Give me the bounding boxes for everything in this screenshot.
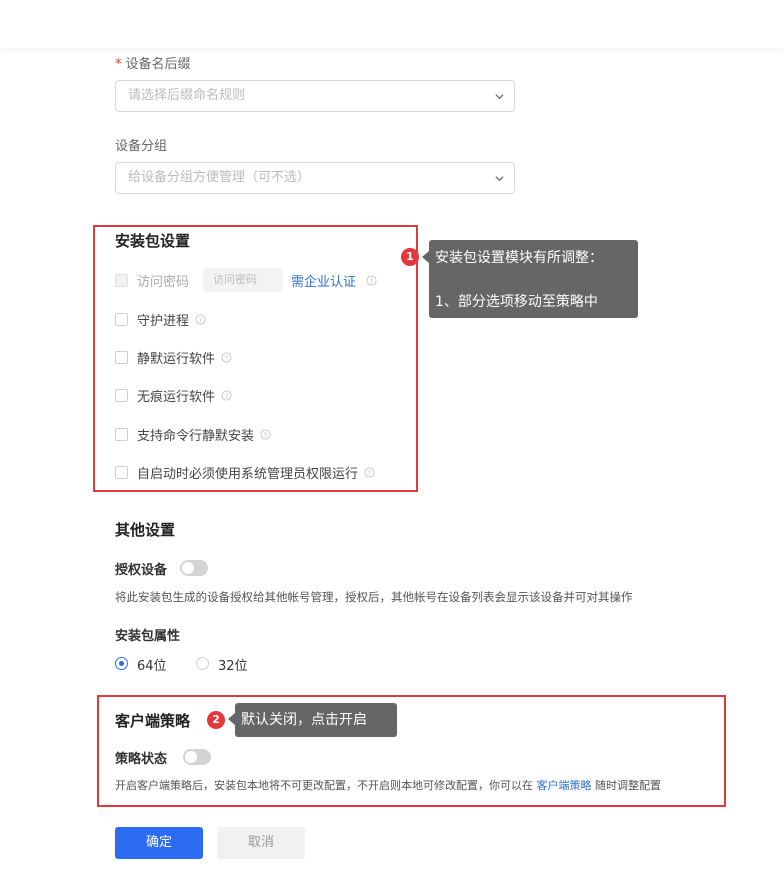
device-group-placeholder: 给设备分组方便管理（可不选） — [128, 170, 311, 185]
enterprise-auth-link[interactable]: 需企业认证 — [291, 271, 356, 290]
svg-text:?: ? — [370, 276, 374, 285]
radio-32bit-label: 32位 — [218, 659, 248, 674]
option-row: 自启动时必须使用系统管理员权限运行 ? — [115, 462, 375, 482]
access-password-label: 访问密码 — [137, 274, 190, 290]
device-suffix-label: * 设备名后缀 — [115, 53, 191, 72]
package-settings-title: 安装包设置 — [115, 232, 191, 250]
toggle-knob — [185, 751, 197, 763]
svg-text:?: ? — [225, 391, 229, 400]
device-group-label: 设备分组 — [115, 139, 168, 154]
annotation-tooltip-2: 默认关闭，点击开启 — [235, 703, 397, 737]
access-password-row: 访问密码 访问密码 需企业认证 ? — [115, 268, 377, 292]
svg-text:?: ? — [225, 353, 229, 362]
radio-32bit[interactable] — [196, 657, 209, 670]
chevron-down-icon — [495, 94, 504, 100]
other-settings-title: 其他设置 — [115, 521, 176, 539]
required-mark: * — [115, 57, 122, 72]
option-row: 静默运行软件 ? — [115, 347, 232, 367]
authorize-device-label: 授权设备 — [115, 563, 168, 578]
help-icon[interactable]: ? — [364, 466, 375, 478]
traceless-run-checkbox[interactable] — [115, 388, 128, 402]
tooltip-arrow — [422, 251, 429, 263]
top-header-bar — [0, 0, 784, 48]
annotation-1-line2: 1、部分选项移动至策略中 — [435, 294, 598, 310]
policy-status-toggle[interactable] — [183, 749, 211, 765]
option-row: 支持命令行静默安装 ? — [115, 424, 271, 444]
authorize-device-description: 将此安装包生成的设备授权给其他帐号管理，授权后，其他帐号在设备列表会显示该设备并… — [115, 590, 633, 604]
help-icon[interactable]: ? — [195, 313, 206, 325]
option-label: 自启动时必须使用系统管理员权限运行 — [137, 466, 359, 482]
option-label: 无痕运行软件 — [137, 389, 216, 405]
policy-status-label: 策略状态 — [115, 752, 168, 767]
cancel-button[interactable]: 取消 — [217, 827, 305, 859]
radio-64bit[interactable] — [115, 657, 128, 670]
chevron-down-icon — [495, 176, 504, 182]
help-icon[interactable]: ? — [221, 351, 232, 363]
radio-64bit-label: 64位 — [137, 659, 167, 674]
daemon-checkbox[interactable] — [115, 312, 128, 326]
access-password-input[interactable]: 访问密码 — [203, 268, 284, 292]
authorize-device-toggle[interactable] — [180, 560, 208, 576]
client-policy-description: 开启客户端策略后，安装包本地将不可更改配置，不开启则本地可修改配置，你可以在 客… — [115, 777, 661, 793]
svg-text:?: ? — [199, 315, 203, 324]
option-label: 支持命令行静默安装 — [137, 428, 255, 444]
option-label: 静默运行软件 — [137, 351, 216, 367]
access-password-checkbox[interactable] — [115, 273, 128, 287]
help-icon[interactable]: ? — [366, 274, 377, 286]
option-label: 守护进程 — [137, 313, 190, 329]
annotation-tooltip-1: 安装包设置模块有所调整： 1、部分选项移动至策略中 — [429, 240, 638, 318]
client-policy-title: 客户端策略 — [115, 712, 191, 730]
device-group-select[interactable]: 给设备分组方便管理（可不选） — [115, 162, 515, 194]
annotation-1-line1: 安装包设置模块有所调整： — [435, 250, 603, 266]
annotation-badge-2: 2 — [207, 711, 225, 729]
option-row: 守护进程 ? — [115, 309, 206, 329]
toggle-knob — [182, 562, 194, 574]
silent-run-checkbox[interactable] — [115, 350, 128, 364]
policy-desc-text-after: 随时调整配置 — [595, 779, 661, 792]
option-row: 无痕运行软件 ? — [115, 385, 232, 405]
help-icon[interactable]: ? — [221, 389, 232, 401]
client-policy-link[interactable]: 客户端策略 — [537, 779, 592, 792]
tooltip-arrow — [228, 713, 235, 725]
svg-text:?: ? — [264, 430, 268, 439]
cli-silent-install-checkbox[interactable] — [115, 427, 128, 441]
svg-text:?: ? — [368, 468, 372, 477]
policy-desc-text: 开启客户端策略后，安装包本地将不可更改配置，不开启则本地可修改配置，你可以在 — [115, 779, 533, 792]
admin-autostart-checkbox[interactable] — [115, 465, 128, 479]
annotation-badge-1: 1 — [401, 248, 419, 266]
device-suffix-label-text: 设备名后缀 — [125, 57, 191, 72]
help-icon[interactable]: ? — [260, 428, 271, 440]
package-attribute-label: 安装包属性 — [115, 629, 181, 644]
device-suffix-select[interactable]: 请选择后缀命名规则 — [115, 80, 515, 112]
confirm-button[interactable]: 确定 — [115, 827, 203, 859]
device-suffix-placeholder: 请选择后缀命名规则 — [128, 88, 246, 103]
